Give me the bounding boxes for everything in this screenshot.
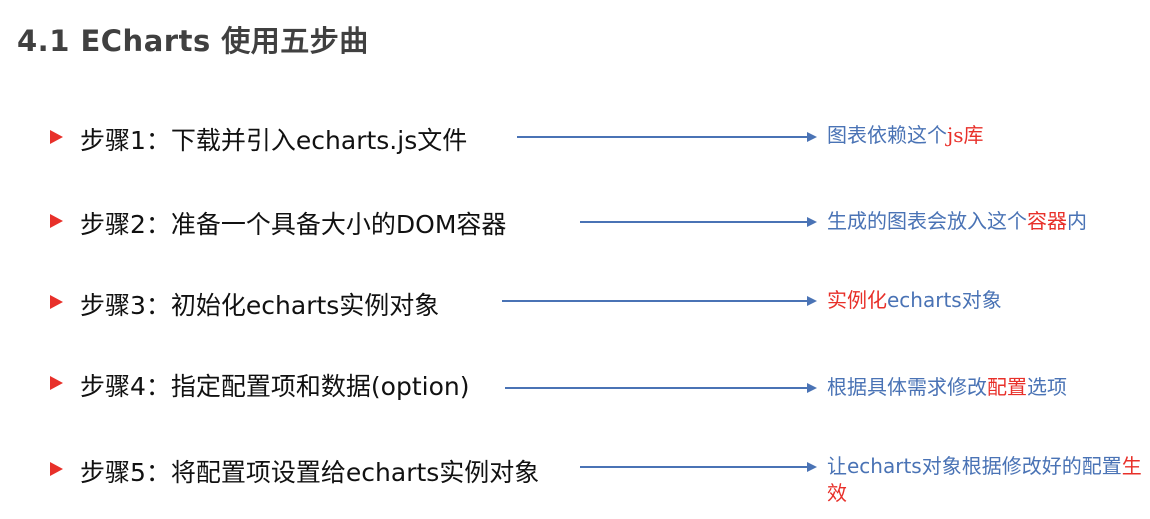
step-1: 步骤1：下载并引入echarts.js文件 图表依赖这个js库 <box>0 108 1150 168</box>
step-3-note: 实例化echarts对象 <box>827 288 1002 312</box>
step-5-note: 让echarts对象根据修改好的配置生效 <box>827 454 1142 505</box>
step-5-label: 步骤5：将配置项设置给echarts实例对象 <box>80 458 540 487</box>
bullet-arrow-icon <box>50 130 63 144</box>
bullet-arrow-icon <box>50 295 63 309</box>
step-1-label: 步骤1：下载并引入echarts.js文件 <box>80 126 468 155</box>
step-4-arrow-icon <box>505 383 817 393</box>
bullet-arrow-icon <box>50 462 63 476</box>
step-3: 步骤3：初始化echarts实例对象 实例化echarts对象 <box>0 273 1150 333</box>
step-2-arrow-icon <box>580 217 817 227</box>
step-4-note: 根据具体需求修改配置选项 <box>827 375 1067 399</box>
step-3-arrow-icon <box>502 296 817 306</box>
step-4-label: 步骤4：指定配置项和数据(option) <box>80 372 470 401</box>
step-3-label: 步骤3：初始化echarts实例对象 <box>80 291 440 320</box>
step-5-arrow-icon <box>580 462 817 472</box>
step-5: 步骤5：将配置项设置给echarts实例对象 让echarts对象根据修改好的配… <box>0 440 1150 505</box>
page-title: 4.1 ECharts 使用五步曲 <box>17 24 369 58</box>
step-1-note: 图表依赖这个js库 <box>827 123 984 147</box>
step-2-label: 步骤2：准备一个具备大小的DOM容器 <box>80 210 507 239</box>
step-2: 步骤2：准备一个具备大小的DOM容器 生成的图表会放入这个容器内 <box>0 192 1150 252</box>
step-4: 步骤4：指定配置项和数据(option) 根据具体需求修改配置选项 <box>0 354 1150 414</box>
step-2-note: 生成的图表会放入这个容器内 <box>827 209 1087 233</box>
bullet-arrow-icon <box>50 214 63 228</box>
step-1-arrow-icon <box>517 132 817 142</box>
bullet-arrow-icon <box>50 376 63 390</box>
